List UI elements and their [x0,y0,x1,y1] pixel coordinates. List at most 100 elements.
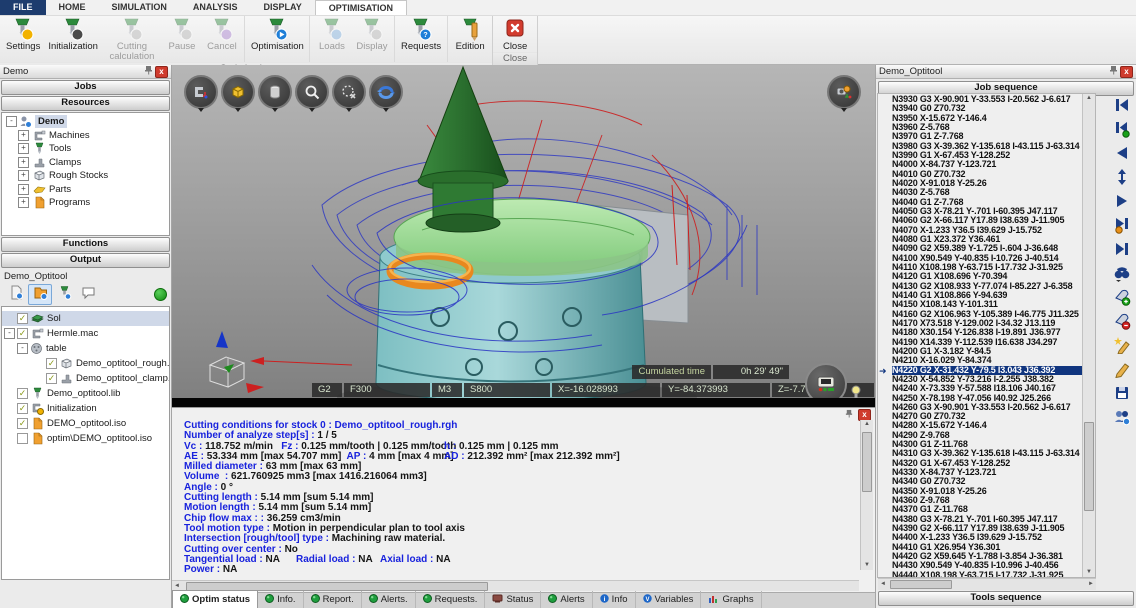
expander-icon[interactable]: - [4,328,15,339]
gcode-line[interactable]: N4010 G0 Z70.732 [892,170,1095,179]
optim-horizontal-scrollbar[interactable]: ◄ [172,580,859,591]
pin-icon[interactable] [144,65,153,78]
job-sequence-vertical-scrollbar[interactable]: ▲ ▼ [1082,94,1095,577]
document-settings-button[interactable] [4,284,28,305]
viewport-3d[interactable]: Cumulated time 0h 29' 49" G2F300M3S800X=… [172,65,875,407]
checkbox[interactable]: ✓ [46,358,57,369]
ribbon-tab-file[interactable]: FILE [0,0,46,15]
gcode-line[interactable]: N3970 G1 Z-7.768 [892,132,1095,141]
optim-panel-grip[interactable]: x [172,408,875,419]
cylinder-view-button[interactable] [258,75,292,109]
tree-item-machines[interactable]: +Machines [2,129,169,142]
gcode-line[interactable]: N3990 G1 X-67.453 Y-128.252 [892,151,1095,160]
tab-requests[interactable]: Requests. [416,591,486,608]
tree-item-programs[interactable]: +Programs [2,196,169,209]
checkbox[interactable]: ✓ [46,373,57,384]
ribbon-tab-analysis[interactable]: ANALYSIS [180,0,251,15]
tab-variables[interactable]: VVariables [636,591,702,608]
initialization-button[interactable]: Initialization [44,16,102,62]
gcode-line[interactable]: N4330 X-84.737 Y-123.721 [892,468,1095,477]
gcode-line[interactable]: N3980 G3 X-39.362 Y-135.618 I-43.115 J-6… [892,142,1095,151]
go-last-alt-button[interactable] [1112,215,1132,234]
fit-vertical-button[interactable] [1112,167,1132,186]
output-section-bar[interactable]: Output [1,253,170,268]
resources-section-bar[interactable]: Resources [1,96,170,111]
project-item-hermle.mac[interactable]: -✓Hermle.mac [2,326,169,341]
gcode-line[interactable]: N4200 G1 X-3.182 Y-84.5 [892,347,1095,356]
gcode-line[interactable]: N4120 G1 X108.696 Y-70.394 [892,272,1095,281]
project-item-demo_optitool_rough.rgh[interactable]: ✓Demo_optitool_rough.rgh [2,356,169,371]
job-sequence-horizontal-scrollbar[interactable]: ◄ ► [878,578,1096,590]
gcode-line[interactable]: N4250 X-78.198 Y-47.056 I40.92 J25.266 [892,394,1095,403]
functions-section-bar[interactable]: Functions [1,237,170,252]
project-item-initialization[interactable]: ✓Initialization [2,401,169,416]
gcode-line[interactable]: N4100 X90.549 Y-40.835 I-10.726 J-40.514 [892,254,1095,263]
gcode-line[interactable]: N3950 X-15.672 Y-146.4 [892,114,1095,123]
gcode-line[interactable]: N3930 G3 X-90.901 Y-33.553 I-20.562 J-6.… [892,95,1095,104]
binoculars-button[interactable] [1112,263,1132,282]
gcode-line[interactable]: N4270 G0 Z70.732 [892,412,1095,421]
comment-button[interactable] [76,284,100,305]
gcode-line[interactable]: N4060 G2 X-66.117 Y17.89 I38.639 J-11.90… [892,216,1095,225]
gcode-line[interactable]: N4390 G2 X-66.117 Y17.89 I38.639 J-11.90… [892,524,1095,533]
group-settings-button[interactable] [1112,407,1132,426]
gcode-line[interactable]: N4180 X30.154 Y-126.838 I-19.891 J36.977 [892,328,1095,337]
tab-info[interactable]: iInfo [593,591,636,608]
ribbon-tab-home[interactable]: HOME [46,0,99,15]
gcode-line[interactable]: N4300 G1 Z-11.768 [892,440,1095,449]
gcode-line[interactable]: N4440 X108.198 Y-63.715 I-17.732 J-31.92… [892,571,1095,578]
tab-graphs[interactable]: Graphs [701,591,761,608]
rotate-button[interactable] [369,75,403,109]
gcode-line[interactable]: N4410 G1 X26.954 Y36.301 [892,543,1095,552]
gcode-line[interactable]: N4260 G3 X-90.901 Y-33.553 I-20.562 J-6.… [892,403,1095,412]
gcode-line[interactable]: N4370 G1 Z-11.768 [892,505,1095,514]
tab-alerts[interactable]: Alerts. [362,591,416,608]
checkbox[interactable]: ✓ [17,328,28,339]
optimisation-button[interactable]: Optimisation [247,16,307,62]
gcode-line[interactable]: N4130 G2 X108.933 Y-77.074 I-85.227 J-6.… [892,282,1095,291]
go-last-button[interactable] [1112,239,1132,258]
tree-item-demo[interactable]: -Demo [2,115,169,128]
tag-add-button[interactable] [1112,287,1132,306]
project-item-demo_optitool.lib[interactable]: ✓Demo_optitool.lib [2,386,169,401]
gcode-line[interactable]: N3960 Z-5.768 [892,123,1095,132]
folder-highlight-button[interactable] [28,284,52,305]
gcode-line[interactable]: N4420 G2 X59.645 Y-1.788 I-3.854 J-36.38… [892,552,1095,561]
go-first-button[interactable] [1112,95,1132,114]
gcode-line[interactable]: N4290 Z-9.768 [892,431,1095,440]
gcode-line[interactable]: N4230 X-54.852 Y-73.216 I-2.255 J38.382 [892,375,1095,384]
gcode-line[interactable]: N4170 X73.518 Y-129.002 I-34.32 J13.119 [892,319,1095,328]
expander-icon[interactable]: + [18,143,29,154]
expander-icon[interactable]: - [17,343,28,354]
checkbox[interactable]: ✓ [17,418,28,429]
optim-vertical-scrollbar[interactable]: ▲ ▼ [860,420,873,570]
gcode-line[interactable]: N4000 X-84.737 Y-123.721 [892,160,1095,169]
checkbox[interactable] [17,433,28,444]
step-forward-button[interactable] [1112,191,1132,210]
ribbon-tab-optimisation[interactable]: OPTIMISATION [315,0,407,15]
jobs-section-bar[interactable]: Jobs [1,80,170,95]
gcode-line[interactable]: N4400 X-1.233 Y36.5 I39.629 J-15.752 [892,533,1095,542]
gcode-line[interactable]: N4320 G1 X-67.453 Y-128.252 [892,459,1095,468]
gcode-line[interactable]: N4310 G3 X-39.362 Y-135.618 I-43.115 J-6… [892,449,1095,458]
expander-icon[interactable]: + [18,130,29,141]
checkbox[interactable]: ✓ [17,313,28,324]
project-item-demo_optitool_clamp.clp[interactable]: ✓Demo_optitool_clamp.clp [2,371,169,386]
tab-alerts[interactable]: Alerts [541,591,592,608]
gcode-line[interactable]: N4080 G1 X23.372 Y36.461 [892,235,1095,244]
gcode-line[interactable]: N4430 X90.549 Y-40.835 I-10.996 J-40.456 [892,561,1095,570]
close-icon[interactable]: x [1120,66,1133,78]
gcode-line[interactable]: N4020 X-91.018 Y-25.26 [892,179,1095,188]
zoom-button[interactable] [295,75,329,109]
save-button[interactable] [1112,383,1132,402]
gcode-line[interactable]: N4040 G1 Z-7.768 [892,198,1095,207]
tree-item-parts[interactable]: +Parts [2,183,169,196]
gcode-line[interactable]: N4350 X-91.018 Y-25.26 [892,487,1095,496]
tab-info[interactable]: Info. [258,591,304,608]
go-first-alt-button[interactable] [1112,119,1132,138]
edition-button[interactable]: Edition [450,16,490,62]
gcode-line[interactable]: N3940 G0 Z70.732 [892,104,1095,113]
gcode-line[interactable]: N4360 Z-9.768 [892,496,1095,505]
gcode-line[interactable]: N4380 G3 X-78.21 Y-.701 I-60.395 J47.117 [892,515,1095,524]
tab-status[interactable]: Status [485,591,541,608]
